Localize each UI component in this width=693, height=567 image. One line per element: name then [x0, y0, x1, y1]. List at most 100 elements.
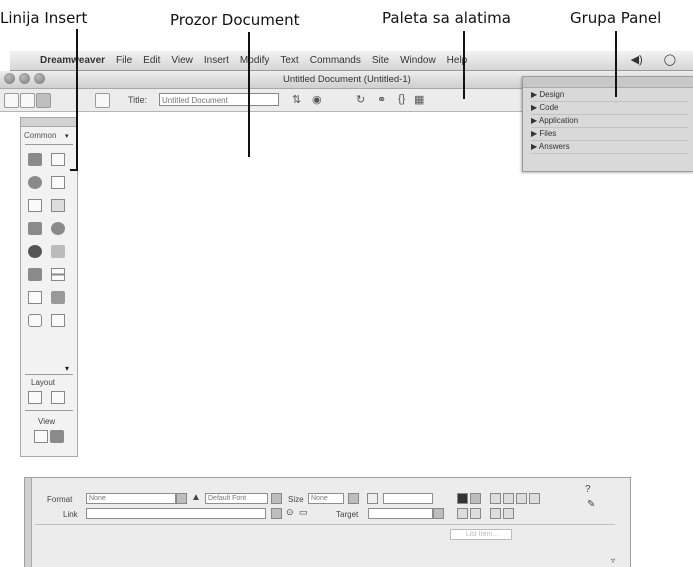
font-dropdown-icon[interactable] — [271, 493, 282, 504]
size-label: Size — [288, 495, 304, 504]
insert-bar: Common ▾ ▾ Layout View — [20, 117, 78, 457]
format-dropdown-icon[interactable] — [176, 493, 187, 504]
email-link-icon[interactable] — [51, 153, 65, 166]
menu-view[interactable]: View — [171, 55, 193, 66]
panel-design[interactable]: ▶ Design — [531, 89, 688, 102]
outdent-button[interactable] — [490, 508, 501, 519]
flash-icon[interactable] — [28, 245, 42, 258]
fireworks-html-icon[interactable] — [51, 222, 65, 235]
point-to-file-icon[interactable]: ⊙ — [286, 507, 294, 518]
navigation-bar-icon[interactable] — [28, 268, 42, 281]
callout-panel-group: Grupa Panel — [570, 9, 662, 27]
title-input[interactable]: Untitled Document — [159, 93, 279, 106]
text-color-input[interactable] — [383, 493, 433, 504]
panel-files[interactable]: ▶ Files — [531, 128, 688, 141]
align-left-button[interactable] — [490, 493, 501, 504]
menu-modify[interactable]: Modify — [240, 55, 269, 66]
menu-site[interactable]: Site — [372, 55, 389, 66]
list-item-button[interactable]: List Item... — [450, 529, 512, 540]
insert-category-label[interactable]: Common — [24, 131, 56, 140]
help-icon[interactable]: ? — [585, 484, 591, 495]
view-options-icon[interactable]: ▦ — [414, 93, 424, 106]
document-toolbar: Title: Untitled Document ⇅ ◉ ↻ ⚭ {} ▦ — [0, 89, 525, 112]
unordered-list-button[interactable] — [457, 508, 468, 519]
css-style-icon[interactable]: ▲ — [191, 492, 201, 503]
layout-view-icon[interactable] — [51, 391, 65, 404]
panel-answers[interactable]: ▶ Answers — [531, 141, 688, 154]
link-dropdown-icon[interactable] — [271, 508, 282, 519]
menu-commands[interactable]: Commands — [310, 55, 361, 66]
horizontal-rule-icon[interactable] — [51, 268, 65, 281]
indent-button[interactable] — [503, 508, 514, 519]
code-view-icon[interactable] — [4, 93, 19, 108]
panel-code[interactable]: ▶ Code — [531, 102, 688, 115]
font-select[interactable]: Default Font — [205, 493, 268, 504]
zoom-window-icon[interactable] — [34, 73, 45, 84]
bold-button[interactable] — [457, 493, 468, 504]
panel-group-leader — [615, 31, 617, 97]
tabular-data-icon[interactable] — [51, 291, 65, 304]
reference-icon[interactable]: ⚭ — [377, 93, 386, 106]
code-navigation-icon[interactable]: {} — [398, 93, 405, 105]
template-icon[interactable] — [51, 314, 65, 327]
target-label: Target — [336, 510, 359, 519]
design-view-toggle-icon[interactable] — [50, 430, 64, 443]
date-icon[interactable] — [28, 291, 42, 304]
menu-window[interactable]: Window — [400, 55, 436, 66]
clock-icon[interactable]: ◯ — [664, 53, 676, 66]
standard-view-icon[interactable] — [28, 391, 42, 404]
link-input[interactable] — [86, 508, 266, 519]
insert-more-icon[interactable]: ▾ — [65, 364, 69, 373]
hyperlink-icon[interactable] — [28, 153, 42, 166]
format-label: Format — [47, 495, 73, 504]
menu-text[interactable]: Text — [280, 55, 298, 66]
minimize-window-icon[interactable] — [19, 73, 30, 84]
align-justify-button[interactable] — [529, 493, 540, 504]
insert-bar-leader — [76, 29, 78, 171]
insert-category-menu-icon[interactable]: ▾ — [65, 132, 69, 140]
align-center-button[interactable] — [503, 493, 514, 504]
panel-group: ▶ Design ▶ Code ▶ Application ▶ Files ▶ … — [522, 76, 693, 172]
menu-bar: Dreamweaver File Edit View Insert Modify… — [10, 51, 693, 71]
code-view-toggle-icon[interactable] — [34, 430, 48, 443]
image-placeholder-icon[interactable] — [28, 222, 42, 235]
layer-icon[interactable] — [28, 199, 42, 212]
callout-document-window: Prozor Document — [170, 11, 300, 29]
file-management-icon[interactable]: ⇅ — [292, 93, 301, 106]
document-window-title: Untitled Document (Untitled-1) — [283, 74, 411, 85]
browse-folder-icon[interactable]: ▭ — [299, 507, 308, 518]
expand-inspector-icon[interactable]: ▿ — [611, 556, 615, 565]
rollover-image-icon[interactable] — [51, 245, 65, 258]
ordered-list-button[interactable] — [470, 508, 481, 519]
toolbar-leader — [463, 31, 465, 99]
preview-in-browser-icon[interactable]: ◉ — [312, 93, 322, 106]
panel-application[interactable]: ▶ Application — [531, 115, 688, 128]
close-window-icon[interactable] — [4, 73, 15, 84]
text-color-swatch[interactable] — [367, 493, 378, 504]
insert-bar-leader-tip — [70, 169, 78, 171]
named-anchor-icon[interactable] — [28, 176, 42, 189]
format-select[interactable]: None — [86, 493, 176, 504]
volume-icon[interactable]: ◀) — [631, 53, 643, 66]
size-dropdown-icon[interactable] — [348, 493, 359, 504]
quick-tag-editor-icon[interactable]: ✎ — [587, 499, 595, 510]
split-view-icon[interactable] — [20, 93, 35, 108]
comment-icon[interactable] — [28, 314, 42, 327]
align-right-button[interactable] — [516, 493, 527, 504]
panel-group-grip[interactable] — [523, 77, 693, 88]
menu-file[interactable]: File — [116, 55, 132, 66]
target-select[interactable] — [368, 508, 433, 519]
italic-button[interactable] — [470, 493, 481, 504]
size-select[interactable]: None — [308, 493, 344, 504]
insert-bar-grip[interactable] — [21, 118, 77, 127]
refresh-icon[interactable]: ↻ — [356, 93, 365, 106]
table-icon[interactable] — [51, 176, 65, 189]
property-inspector-grip[interactable] — [25, 478, 32, 567]
live-data-icon[interactable] — [95, 93, 110, 108]
target-dropdown-icon[interactable] — [433, 508, 444, 519]
menu-edit[interactable]: Edit — [143, 55, 160, 66]
menu-insert[interactable]: Insert — [204, 55, 229, 66]
design-view-icon[interactable] — [36, 93, 51, 108]
image-icon[interactable] — [51, 199, 65, 212]
menu-app-name[interactable]: Dreamweaver — [40, 55, 105, 66]
